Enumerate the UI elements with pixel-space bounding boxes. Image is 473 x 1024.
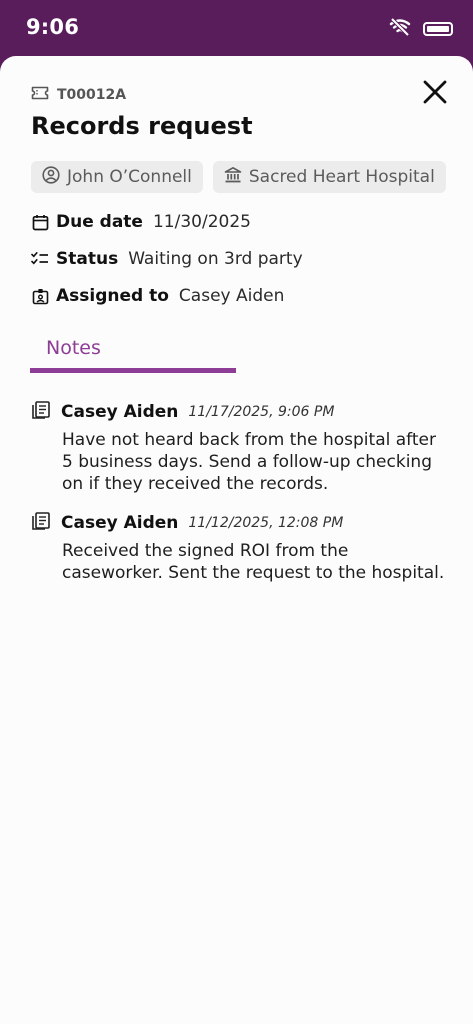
status-label: Status xyxy=(56,249,119,269)
ticket-icon xyxy=(31,86,49,104)
id-badge-icon xyxy=(31,287,49,305)
tab-notes-label: Notes xyxy=(46,337,101,359)
status-icons xyxy=(389,17,453,40)
wifi-off-icon xyxy=(389,17,411,40)
chip-hospital-label: Sacred Heart Hospital xyxy=(248,167,435,187)
ticket-id: T00012A xyxy=(57,87,127,103)
note-date: 11/17/2025, 9:06 PM xyxy=(188,404,335,420)
tab-active-indicator xyxy=(30,368,236,373)
chip-client[interactable]: John O’Connell xyxy=(31,161,203,193)
assigned-label: Assigned to xyxy=(56,286,169,306)
assigned-row: Assigned to Casey Aiden xyxy=(31,286,284,306)
note-author: Casey Aiden xyxy=(61,513,179,533)
chip-hospital[interactable]: Sacred Heart Hospital xyxy=(212,161,446,193)
note-header: Casey Aiden 11/17/2025, 9:06 PM xyxy=(31,401,451,423)
note-item: Casey Aiden 11/12/2025, 12:08 PM Receive… xyxy=(31,512,451,584)
close-icon xyxy=(423,80,447,104)
note-body: Received the signed ROI from the casewor… xyxy=(62,541,445,583)
note-item: Casey Aiden 11/17/2025, 9:06 PM Have not… xyxy=(31,401,451,495)
due-date-value: 11/30/2025 xyxy=(152,212,251,232)
note-header: Casey Aiden 11/12/2025, 12:08 PM xyxy=(31,512,451,534)
related-chips: John O’Connell Sacred Heart Hospital xyxy=(31,161,446,193)
notes-icon xyxy=(31,512,51,534)
status-row: Status Waiting on 3rd party xyxy=(31,249,303,269)
notes-icon xyxy=(31,401,51,423)
close-button[interactable] xyxy=(419,76,451,108)
assigned-value: Casey Aiden xyxy=(178,286,285,306)
tab-notes[interactable]: Notes xyxy=(30,333,236,373)
calendar-icon xyxy=(31,213,49,231)
status-value: Waiting on 3rd party xyxy=(128,249,303,269)
due-date-row: Due date 11/30/2025 xyxy=(31,212,251,232)
note-author: Casey Aiden xyxy=(61,402,179,422)
status-time: 9:06 xyxy=(26,15,80,39)
ticket-detail-sheet: T00012A Records request John O’Connell S… xyxy=(0,56,473,1024)
person-circle-icon xyxy=(42,165,60,189)
note-body: Have not heard back from the hospital af… xyxy=(62,430,436,494)
checklist-icon xyxy=(31,250,49,268)
hospital-building-icon xyxy=(224,166,242,189)
ticket-id-row: T00012A xyxy=(31,86,126,104)
status-bar: 9:06 xyxy=(0,0,473,56)
note-date: 11/12/2025, 12:08 PM xyxy=(188,515,344,531)
chip-client-label: John O’Connell xyxy=(67,167,192,187)
page-title: Records request xyxy=(31,112,253,140)
due-date-label: Due date xyxy=(56,212,143,232)
battery-icon xyxy=(423,22,453,36)
